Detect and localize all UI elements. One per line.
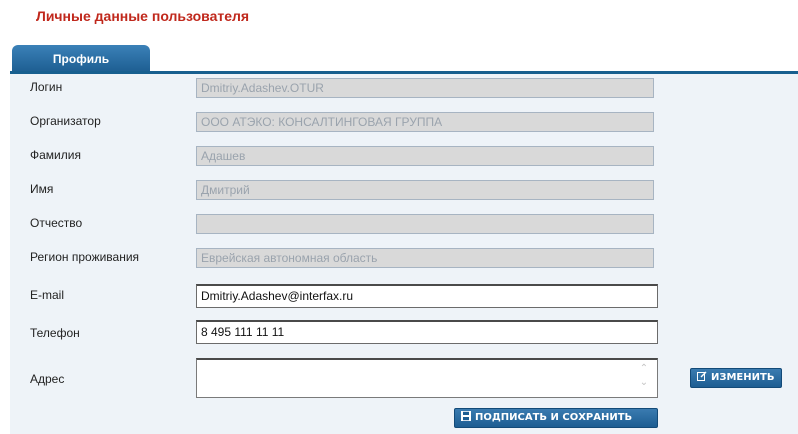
- field-row-first-name: Имя Дмитрий: [10, 176, 798, 204]
- address-textarea[interactable]: ⌃ ⌄: [196, 358, 658, 398]
- email-label: E-mail: [30, 288, 65, 302]
- first-name-field: Дмитрий: [196, 180, 654, 200]
- surname-label: Фамилия: [30, 148, 81, 162]
- edit-button-label: ИЗМЕНИТЬ: [711, 372, 775, 383]
- scroll-up-icon[interactable]: ⌃: [637, 362, 651, 376]
- edit-button[interactable]: ИЗМЕНИТЬ: [690, 368, 782, 388]
- sign-and-save-button[interactable]: ПОДПИСАТЬ И СОХРАНИТЬ: [454, 408, 658, 428]
- save-button-label: ПОДПИСАТЬ И СОХРАНИТЬ: [475, 412, 633, 423]
- phone-field[interactable]: 8 495 111 11 11: [196, 320, 658, 344]
- field-row-surname: Фамилия Адашев: [10, 142, 798, 170]
- page-title: Личные данные пользователя: [36, 8, 250, 24]
- surname-field: Адашев: [196, 146, 654, 166]
- patronymic-field: [196, 214, 654, 234]
- field-row-organizer: Организатор ООО АТЭКО: КОНСАЛТИНГОВАЯ ГР…: [10, 108, 798, 136]
- region-label: Регион проживания: [30, 250, 140, 264]
- patronymic-label: Отчество: [30, 216, 83, 230]
- field-row-phone: Телефон 8 495 111 11 11: [10, 320, 798, 348]
- organizer-field: ООО АТЭКО: КОНСАЛТИНГОВАЯ ГРУППА: [196, 112, 654, 132]
- field-row-region: Регион проживания Еврейская автономная о…: [10, 244, 798, 272]
- field-row-patronymic: Отчество: [10, 210, 798, 238]
- address-label: Адрес: [30, 372, 65, 386]
- scroll-down-icon[interactable]: ⌄: [637, 376, 651, 390]
- login-label: Логин: [30, 80, 63, 94]
- edit-icon: [697, 371, 707, 381]
- profile-panel: Логин Dmitriy.Adashev.OTUR Организатор О…: [10, 74, 798, 434]
- email-field[interactable]: Dmitriy.Adashev@interfax.ru: [196, 284, 658, 308]
- tab-profile[interactable]: Профиль: [12, 45, 150, 71]
- phone-label: Телефон: [30, 326, 80, 340]
- login-field: Dmitriy.Adashev.OTUR: [196, 78, 654, 98]
- organizer-label: Организатор: [30, 114, 101, 128]
- first-name-label: Имя: [30, 182, 54, 196]
- floppy-disk-icon: [461, 411, 471, 421]
- field-row-login: Логин Dmitriy.Adashev.OTUR: [10, 74, 798, 102]
- tab-bar: Профиль: [10, 45, 798, 74]
- textarea-scrollbar[interactable]: ⌃ ⌄: [637, 362, 651, 396]
- field-row-email: E-mail Dmitriy.Adashev@interfax.ru: [10, 284, 798, 312]
- region-field: Еврейская автономная область: [196, 248, 654, 268]
